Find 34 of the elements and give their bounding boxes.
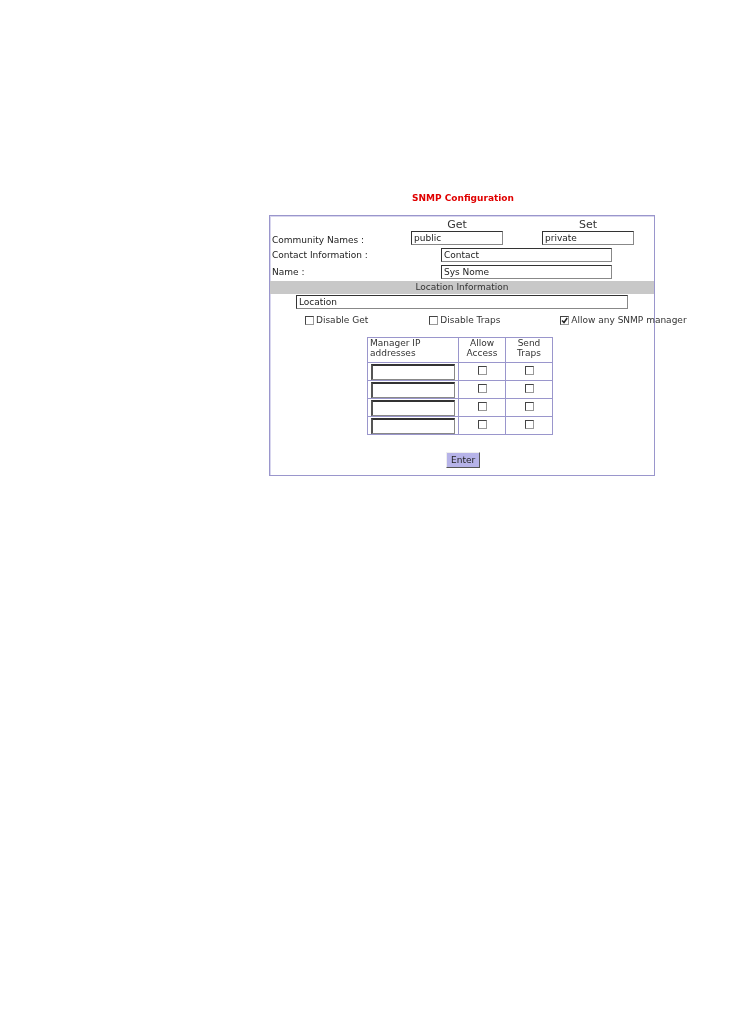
contact-label: Contact Information :: [271, 250, 369, 260]
enter-button[interactable]: Enter: [446, 452, 481, 468]
ip-address-field[interactable]: [371, 399, 455, 416]
contact-field[interactable]: Contact: [441, 248, 612, 262]
checkbox[interactable]: [477, 402, 487, 411]
column-header: Allow Access: [458, 337, 506, 363]
name-field[interactable]: Sys Nome: [441, 265, 612, 279]
checkbox[interactable]: [477, 366, 487, 375]
checkbox[interactable]: [524, 384, 534, 393]
checkbox[interactable]: [524, 420, 534, 429]
option-label: Disable Get: [316, 315, 369, 325]
location-heading: Location Information: [270, 281, 654, 294]
checkbox[interactable]: [524, 402, 534, 411]
name-label: Name :: [271, 267, 306, 277]
set-heading: Set: [578, 219, 598, 231]
ip-address-field[interactable]: [371, 363, 455, 380]
checkbox[interactable]: [524, 366, 534, 375]
checkbox[interactable]: [429, 315, 439, 325]
location-field[interactable]: Location: [296, 295, 628, 309]
column-header: Send Traps: [505, 337, 553, 363]
option-label: Allow any SNMP manager: [571, 315, 687, 325]
checkbox[interactable]: [477, 420, 487, 429]
ip-address-field[interactable]: [371, 417, 455, 434]
page-title: SNMP Configuration: [411, 192, 515, 203]
ip-address-field[interactable]: [371, 381, 455, 398]
checkbox[interactable]: [477, 384, 487, 393]
option-label: Disable Traps: [440, 315, 501, 325]
set-community-field[interactable]: private: [542, 231, 634, 245]
get-heading: Get: [447, 219, 467, 231]
column-header: Manager IP addresses: [367, 337, 459, 363]
get-community-field[interactable]: public: [411, 231, 503, 245]
community-names-label: Community Names :: [271, 235, 366, 245]
checkbox[interactable]: [560, 315, 570, 325]
checkbox[interactable]: [305, 315, 314, 325]
